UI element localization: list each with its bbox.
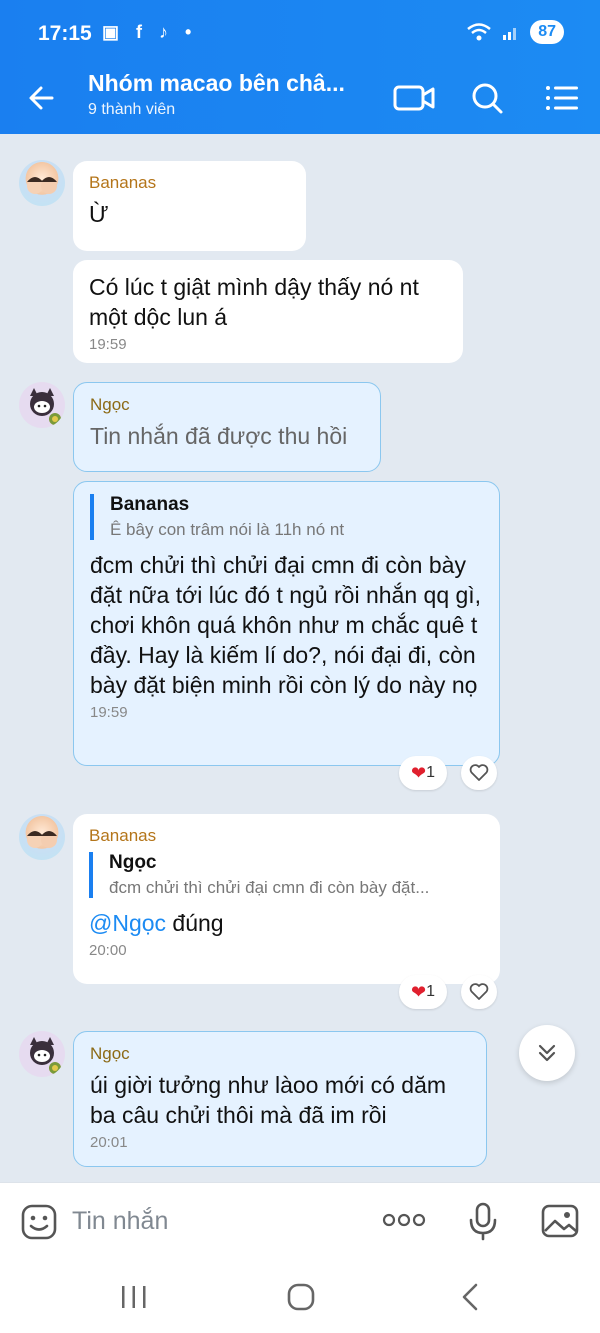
notification-icons: ▣ f ♪ • bbox=[102, 22, 198, 42]
reaction-heart[interactable]: ❤ 1 bbox=[399, 975, 447, 1009]
chat-title-area[interactable]: Nhóm macao bên châ... 9 thành viên bbox=[88, 70, 368, 119]
message-text: úi giời tưởng như làoo mới có dăm ba câu… bbox=[90, 1072, 447, 1128]
scroll-to-bottom-button[interactable] bbox=[519, 1025, 575, 1081]
battery-badge: 87 bbox=[530, 20, 564, 44]
message-time: 20:01 bbox=[90, 1134, 128, 1151]
message-text: Có lúc t giật mình dậy thấy nó nt một dộ… bbox=[89, 274, 419, 330]
back-nav-icon[interactable] bbox=[450, 1280, 490, 1314]
message-bubble[interactable]: Bananas Ừ bbox=[73, 161, 306, 251]
double-chevron-down-icon bbox=[538, 1044, 556, 1062]
quoted-message[interactable]: Ngọc đcm chửi thì chửi đại cmn đi còn bà… bbox=[89, 852, 484, 898]
back-arrow-icon[interactable] bbox=[24, 78, 64, 118]
more-options-icon[interactable] bbox=[382, 1213, 426, 1227]
recent-apps-icon[interactable] bbox=[114, 1280, 154, 1314]
quote-text: Ê bây con trâm nói là 11h nó nt bbox=[110, 520, 345, 539]
message-bubble[interactable]: Bananas Ê bây con trâm nói là 11h nó nt … bbox=[73, 481, 500, 766]
add-reaction-button[interactable] bbox=[461, 975, 497, 1009]
status-bar: 17:15 ▣ f ♪ • 87 bbox=[0, 20, 600, 50]
status-time: 17:15 bbox=[38, 22, 92, 45]
message-bubble[interactable]: Ngọc úi giời tưởng như làoo mới có dăm b… bbox=[73, 1031, 487, 1167]
message-text: Ừ bbox=[89, 201, 109, 227]
sender-name: Ngọc bbox=[90, 395, 130, 414]
chat-messages[interactable]: Bananas Ừ Có lúc t giật mình dậy thấy nó… bbox=[0, 134, 600, 1182]
message-text: @Ngọc đúng bbox=[89, 908, 484, 938]
mention-link[interactable]: @Ngọc bbox=[89, 910, 166, 936]
message-time: 19:59 bbox=[90, 704, 128, 721]
message-input-bar bbox=[0, 1182, 600, 1260]
quote-author: Ngọc bbox=[109, 852, 157, 873]
reaction-heart[interactable]: ❤ 1 bbox=[399, 756, 447, 790]
reaction-count: 1 bbox=[426, 764, 435, 781]
chat-title: Nhóm macao bên châ... bbox=[88, 70, 345, 96]
quote-text: đcm chửi thì chửi đại cmn đi còn bày đặt… bbox=[109, 878, 430, 897]
message-bubble[interactable]: Bananas Ngọc đcm chửi thì chửi đại cmn đ… bbox=[73, 814, 500, 984]
menu-list-icon[interactable] bbox=[542, 78, 586, 118]
sender-name: Bananas bbox=[89, 826, 157, 845]
home-icon[interactable] bbox=[281, 1280, 321, 1314]
sender-name: Bananas bbox=[89, 173, 157, 192]
sender-name: Ngọc bbox=[90, 1044, 130, 1063]
sticker-emoji-icon[interactable] bbox=[20, 1203, 58, 1241]
avatar-ngoc[interactable] bbox=[19, 382, 65, 428]
avatar-image bbox=[27, 831, 57, 848]
message-text-rest: đúng bbox=[166, 910, 224, 936]
message-text: đcm chửi thì chửi đại cmn đi còn bày đặt… bbox=[90, 552, 482, 698]
avatar-image bbox=[30, 388, 61, 425]
wifi-icon bbox=[467, 23, 491, 41]
add-reaction-button[interactable] bbox=[461, 756, 497, 790]
avatar-ngoc[interactable] bbox=[19, 1031, 65, 1077]
microphone-icon[interactable] bbox=[466, 1201, 500, 1241]
quoted-message[interactable]: Bananas Ê bây con trâm nói là 11h nó nt bbox=[90, 494, 483, 540]
message-input[interactable] bbox=[72, 1199, 362, 1243]
avatar-bananas[interactable] bbox=[19, 814, 65, 860]
heart-icon: ❤ bbox=[411, 762, 427, 783]
signal-icon bbox=[503, 28, 517, 40]
app-header: 17:15 ▣ f ♪ • 87 Nhóm macao bên châ... 9… bbox=[0, 0, 600, 134]
video-call-icon[interactable] bbox=[392, 78, 436, 118]
status-right: 87 bbox=[466, 20, 564, 44]
reaction-count: 1 bbox=[426, 983, 435, 1000]
avatar-bananas[interactable] bbox=[19, 160, 65, 206]
heart-icon: ❤ bbox=[411, 981, 427, 1002]
heart-outline-icon bbox=[469, 764, 489, 781]
recalled-message-text: Tin nhắn đã được thu hồi bbox=[90, 423, 348, 449]
quote-author: Bananas bbox=[110, 494, 190, 515]
system-navigation-bar bbox=[0, 1260, 600, 1333]
search-icon[interactable] bbox=[466, 78, 510, 118]
avatar-image bbox=[27, 177, 57, 194]
message-time: 19:59 bbox=[89, 336, 127, 353]
message-bubble[interactable]: Có lúc t giật mình dậy thấy nó nt một dộ… bbox=[73, 260, 463, 363]
member-count: 9 thành viên bbox=[88, 101, 176, 118]
image-gallery-icon[interactable] bbox=[540, 1201, 580, 1241]
message-bubble[interactable]: Ngọc Tin nhắn đã được thu hồi bbox=[73, 382, 381, 472]
heart-outline-icon bbox=[469, 983, 489, 1000]
message-time: 20:00 bbox=[89, 942, 127, 959]
avatar-image bbox=[30, 1037, 61, 1074]
